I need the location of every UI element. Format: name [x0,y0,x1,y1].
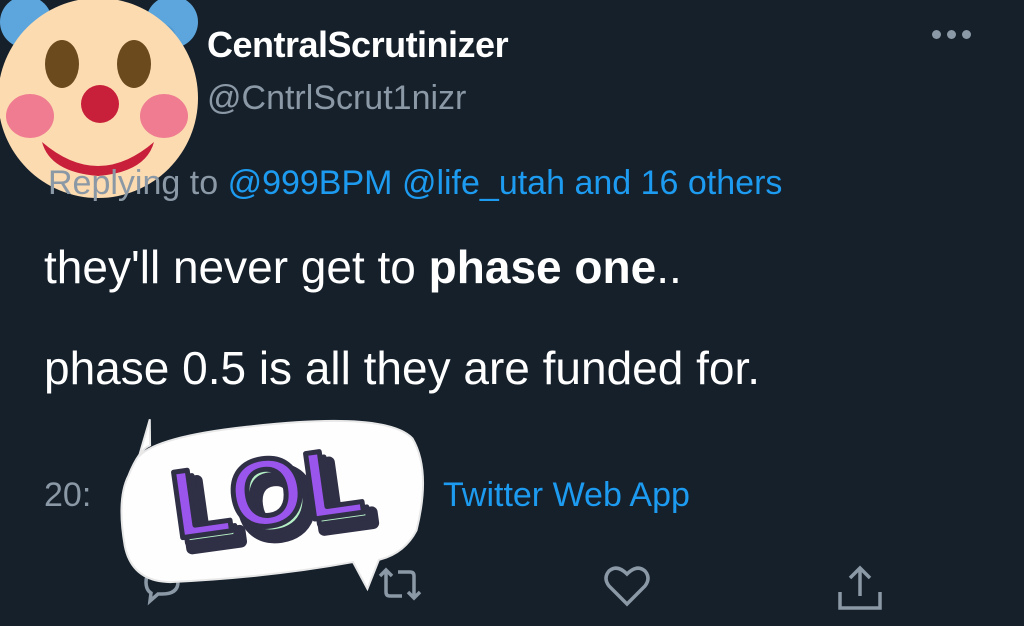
tweet-text: .. [656,241,682,293]
mention-link[interactable]: @999BPM [228,164,393,202]
author-handle[interactable]: @CntrlScrut1nizr [207,79,466,118]
like-icon[interactable] [601,562,653,610]
share-icon[interactable] [834,562,886,614]
lol-sticker: LOL LOL LOL [120,418,424,592]
reply-context: Replying to @999BPM @life_utah and 16 ot… [48,164,782,203]
reply-prefix: Replying to [48,164,219,202]
tweet-text-bold: phase one [428,241,657,293]
more-options-icon[interactable] [932,30,971,39]
author-display-name[interactable]: CentralScrutinizer [207,24,509,66]
mention-link[interactable]: @life_utah [402,164,565,202]
tweet-text-line: they'll never get to phase one.. [44,240,682,294]
tweet-text: they'll never get to [44,241,429,293]
tweet-text-line: phase 0.5 is all they are funded for. [44,342,761,394]
tweet-timestamp[interactable]: 20: [44,476,91,515]
others-link[interactable]: and 16 others [574,164,782,202]
tweet-source-link[interactable]: Twitter Web App [443,476,690,515]
